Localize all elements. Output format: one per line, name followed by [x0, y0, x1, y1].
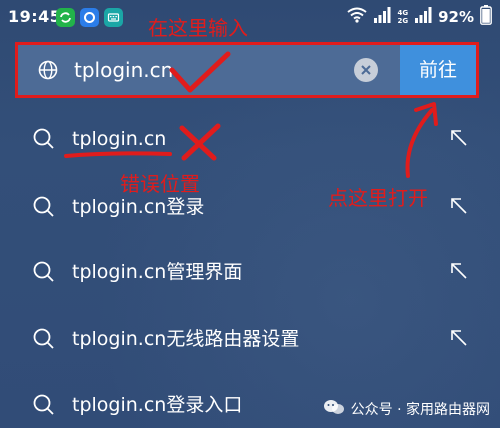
search-icon: [32, 260, 56, 284]
suggestion-text: tplogin.cn: [72, 128, 167, 150]
watermark-text: 公众号 · 家用路由器网: [350, 402, 490, 418]
suggestion-item[interactable]: tplogin.cn无线路由器设置: [0, 308, 500, 370]
search-icon: [32, 327, 56, 351]
fill-arrow-icon[interactable]: [448, 127, 470, 149]
search-icon: [32, 195, 56, 219]
search-icon: [32, 127, 56, 151]
annotation-click-here: 点这里打开: [328, 186, 428, 210]
suggestion-text: tplogin.cn管理界面: [72, 261, 243, 283]
network-type-bottom: 2G: [397, 17, 409, 25]
status-time: 19:45: [8, 7, 62, 26]
battery-percent: 92%: [438, 8, 474, 26]
suggestion-text: tplogin.cn登录入口: [72, 394, 243, 416]
status-icons: 4G 2G 92%: [347, 5, 492, 29]
suggestion-item[interactable]: tplogin.cn: [0, 108, 500, 170]
browser-screen: 19:45 4G 2G 92% tplogin.cn 前往 tplogin.cn…: [0, 0, 500, 428]
battery-icon: [480, 5, 492, 29]
network-type: 4G 2G: [397, 9, 408, 25]
annotation-enter-here: 在这里输入: [148, 16, 248, 40]
wechat-icon: [56, 8, 75, 27]
fill-arrow-icon[interactable]: [448, 260, 470, 282]
highlight-box: [15, 42, 479, 98]
wifi-icon: [347, 7, 368, 27]
annotation-wrong-position: 错误位置: [120, 172, 200, 196]
status-bar: 19:45 4G 2G 92%: [0, 0, 500, 34]
watermark: 公众号 · 家用路由器网: [323, 398, 490, 420]
network-type-top: 4G: [397, 9, 409, 17]
fill-arrow-icon[interactable]: [448, 327, 470, 349]
suggestion-item[interactable]: tplogin.cn管理界面: [0, 241, 500, 303]
search-icon: [32, 393, 56, 417]
fill-arrow-icon[interactable]: [448, 195, 470, 217]
signal-icon: [373, 7, 391, 27]
signal-icon-secondary: [414, 7, 432, 27]
wechat-watermark-icon: [323, 398, 345, 420]
app-icon: [80, 8, 99, 27]
keyboard-icon: [104, 8, 123, 27]
suggestion-text: tplogin.cn无线路由器设置: [72, 328, 300, 350]
